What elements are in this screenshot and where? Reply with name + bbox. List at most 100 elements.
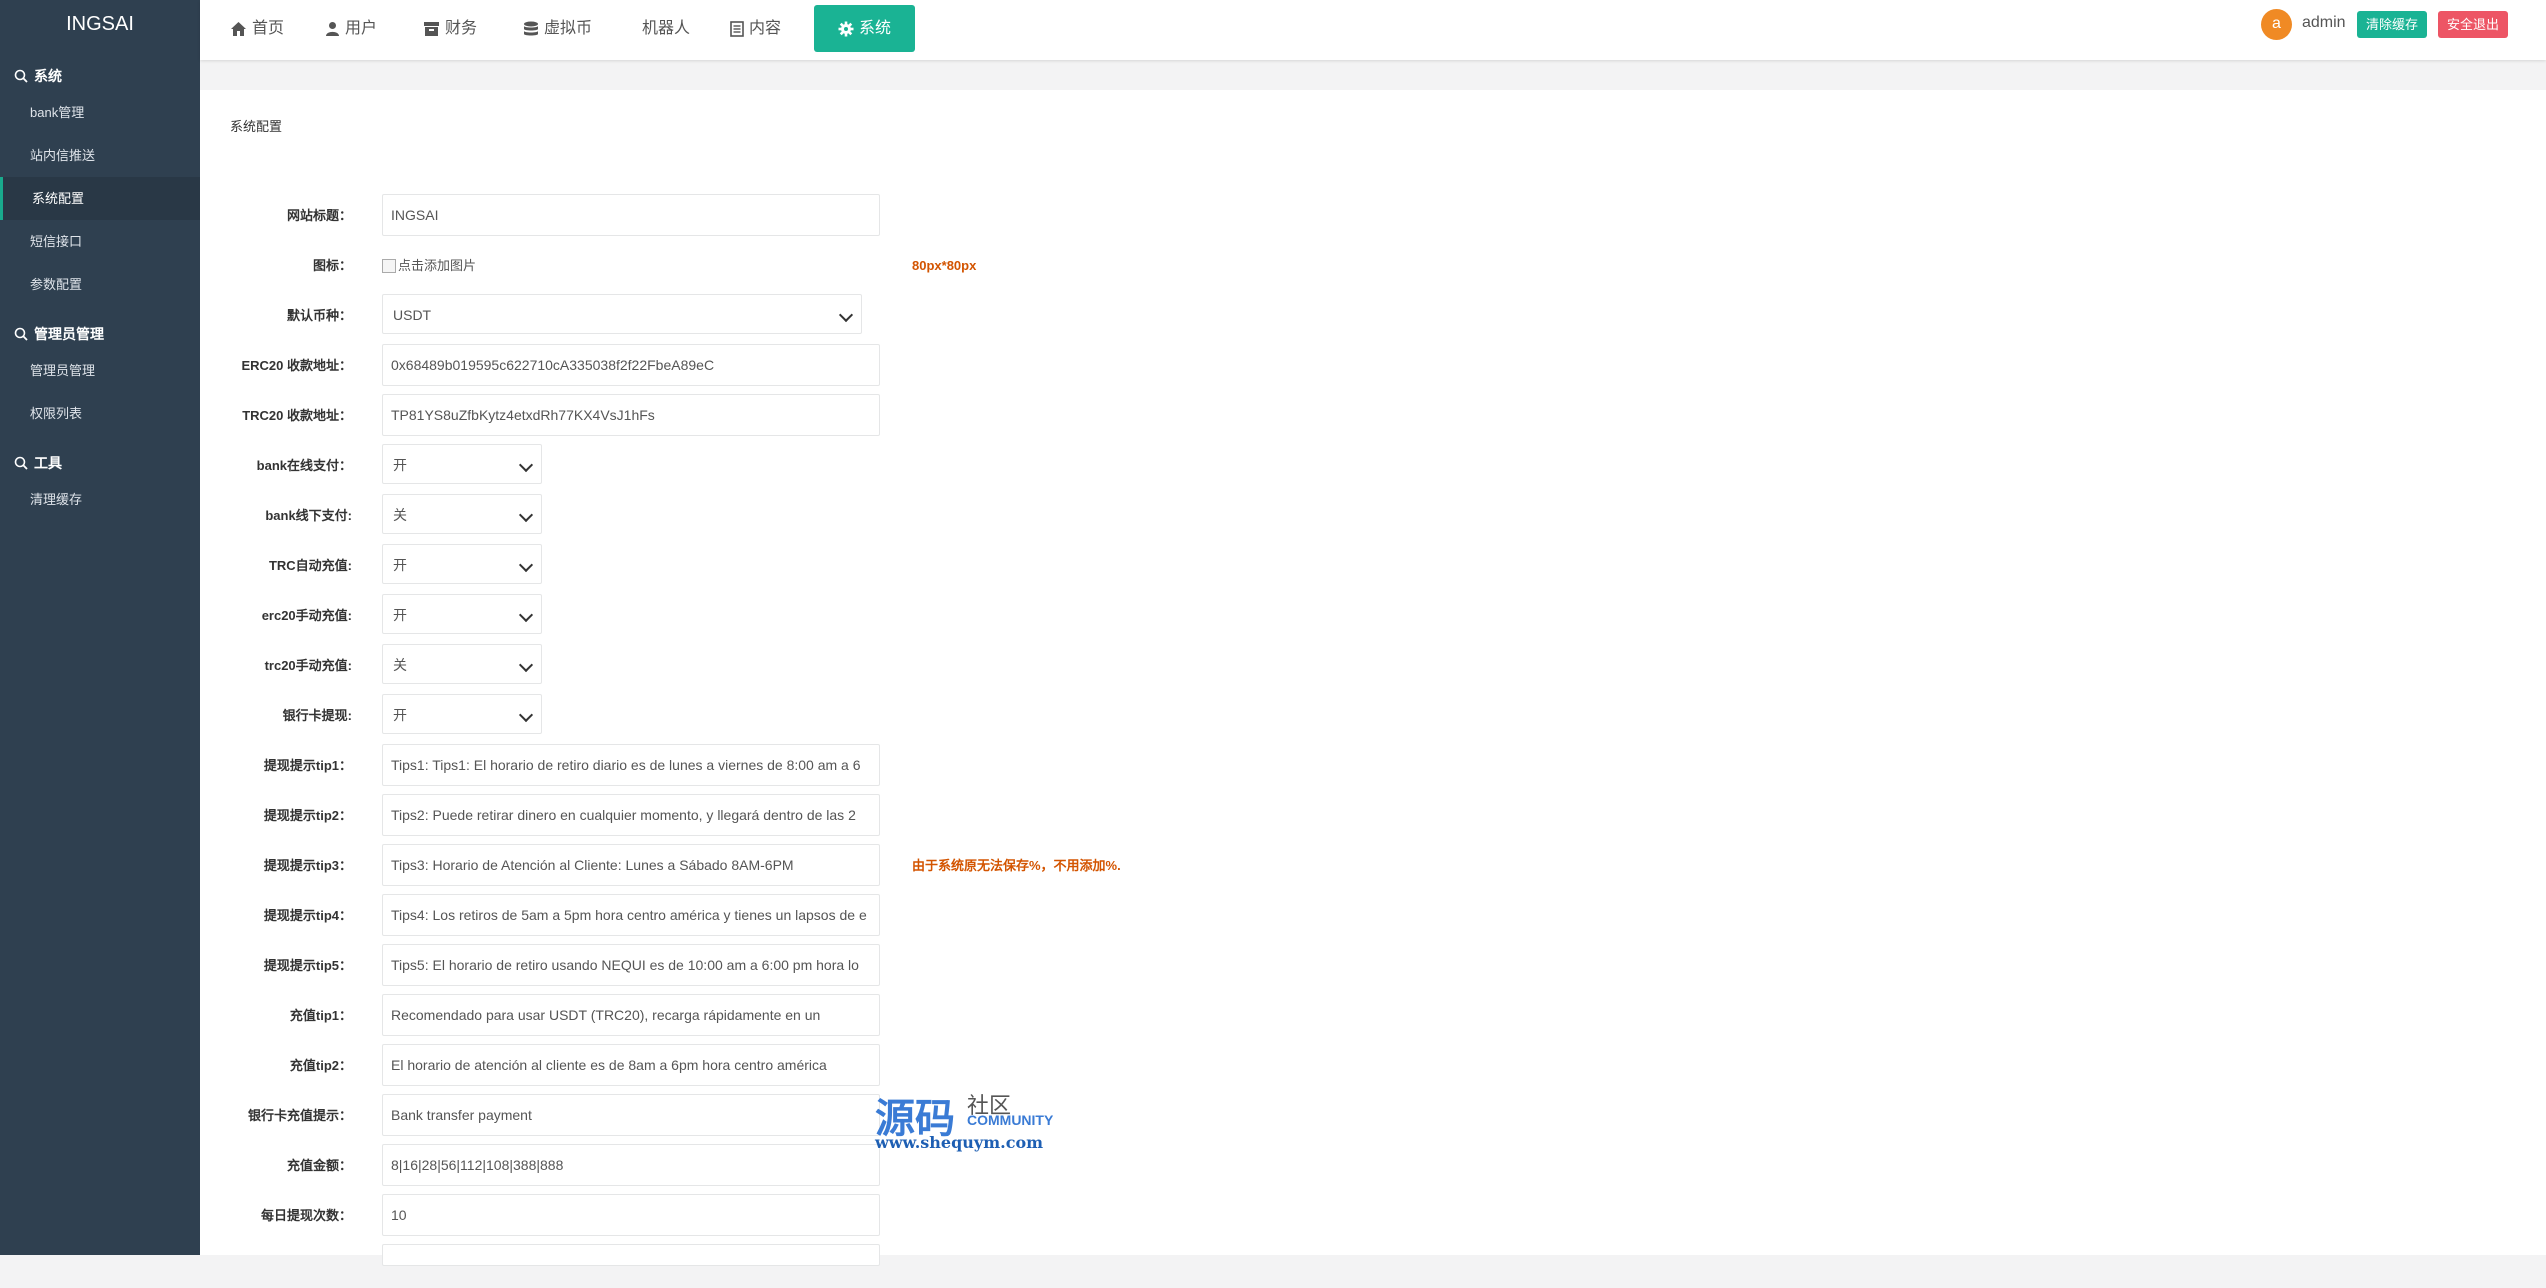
logout-button[interactable]: 安全退出 [2438,11,2509,38]
admin-username[interactable]: admin [2302,14,2346,32]
avatar[interactable]: a [2261,9,2292,40]
sidebar-item-bank[interactable]: bank管理 [0,91,200,134]
erc20-address-input[interactable]: 0x68489b019595c622710cA335038f2f22FbeA89… [382,344,880,386]
chevron-down-icon [518,657,534,673]
field-label: 充值tip1： [289,1008,352,1023]
field-label: 每日提现次数： [260,1208,352,1223]
default-currency-select[interactable]: USDT [382,294,862,334]
chevron-down-icon [518,507,534,523]
tab-crypto[interactable]: 虚拟币 [523,0,592,58]
bank-recharge-tip-input[interactable]: Bank transfer payment [382,1094,880,1136]
form-row-site-title: 网站标题： INGSAI [200,194,2546,238]
trc20-manual-select[interactable]: 关 [382,644,542,684]
form-row-daily-withdraw: 每日提现次数： 10 [200,1194,2546,1238]
sidebar-item-admin-manage[interactable]: 管理员管理 [0,349,200,392]
tab-label: 机器人 [642,20,691,37]
tab-home[interactable]: 首页 [230,0,284,58]
erc20-manual-select[interactable]: 开 [382,594,542,634]
bank-online-select[interactable]: 开 [382,444,542,484]
clear-cache-button[interactable]: 清除缓存 [2357,11,2428,38]
withdraw-tip3-input[interactable]: Tips3: Horario de Atención al Cliente: L… [382,844,880,886]
tab-label: 虚拟币 [544,20,593,37]
field-label: bank在线支付： [256,458,352,473]
select-value: USDT [393,307,432,323]
field-label: 提现提示tip3： [263,858,352,873]
sidebar-group-label: 系统 [34,68,62,84]
field-label: TRC20 收款地址： [242,408,352,423]
chevron-down-icon [518,557,534,573]
tab-label: 首页 [252,20,285,37]
sidebar-item-clear-cache[interactable]: 清理缓存 [0,478,200,521]
withdraw-tip4-input[interactable]: Tips4: Los retiros de 5am a 5pm hora cen… [382,894,880,936]
sidebar-group-system[interactable]: 系统 [0,61,200,91]
form-row-tip2: 提现提示tip2： Tips2: Puede retirar dinero en… [200,794,2546,838]
sidebar-item-message-push[interactable]: 站内信推送 [0,134,200,177]
search-icon [14,456,28,470]
tab-finance[interactable]: 财务 [423,0,477,58]
bank-offline-select[interactable]: 关 [382,494,542,534]
form-row-tip5: 提现提示tip5： Tips5: El horario de retiro us… [200,944,2546,988]
top-navbar: 首页 用户 财务 虚拟币 机器人 内容 系统 a admin 清除缓存 安全退出 [200,0,2546,60]
withdraw-tip5-input[interactable]: Tips5: El horario de retiro usando NEQUI… [382,944,880,986]
withdraw-tip2-input[interactable]: Tips2: Puede retirar dinero en cualquier… [382,794,880,836]
chevron-down-icon [838,307,854,323]
recharge-amount-input[interactable]: 8|16|28|56|112|108|388|888 [382,1144,880,1186]
field-label: trc20手动充值: [264,658,352,673]
field-label: erc20手动充值: [261,608,352,623]
tab-label: 内容 [749,20,782,37]
tab-label: 财务 [445,20,478,37]
field-label: ERC20 收款地址： [241,358,352,373]
bank-withdraw-select[interactable]: 开 [382,694,542,734]
form-row-trc20-manual: trc20手动充值: 关 [200,644,2546,688]
form-row-recharge-tip2: 充值tip2： El horario de atención al client… [200,1044,2546,1088]
form-row-icon: 图标： 点击添加图片 80px*80px [200,244,2546,288]
form-row-tip3: 提现提示tip3： Tips3: Horario de Atención al … [200,844,2546,888]
home-icon [231,22,246,36]
chevron-down-icon [518,707,534,723]
form-row-recharge-tip1: 充值tip1： Recomendado para usar USDT (TRC2… [200,994,2546,1038]
tab-system[interactable]: 系统 [814,5,916,52]
watermark-url: www.shequym.com [875,1133,1044,1152]
form-row-bank-offline: bank线下支付: 关 [200,494,2546,538]
sidebar-group-tools[interactable]: 工具 [0,448,200,478]
tab-users[interactable]: 用户 [325,0,377,58]
trc-auto-select[interactable]: 开 [382,544,542,584]
select-value: 关 [393,657,407,673]
tab-content[interactable]: 内容 [730,0,781,58]
form-row-bank-recharge-tip: 银行卡充值提示： Bank transfer payment [200,1094,2546,1138]
sidebar-item-system-config[interactable]: 系统配置 [0,177,200,220]
form-row-erc20-manual: erc20手动充值: 开 [200,594,2546,638]
chevron-down-icon [518,607,534,623]
gear-icon [838,21,854,36]
site-title-input[interactable]: INGSAI [382,194,880,236]
form-row-tip1: 提现提示tip1： Tips1: Tips1: El horario de re… [200,744,2546,788]
recharge-tip2-input[interactable]: El horario de atención al cliente es de … [382,1044,880,1086]
tab-label: 系统 [859,19,892,37]
sidebar-item-params[interactable]: 参数配置 [0,263,200,306]
field-label: 提现提示tip2： [263,808,352,823]
percent-hint: 由于系统原无法保存%，不用添加%. [912,858,1121,873]
archive-icon [424,22,439,36]
watermark-logo: 源码 社区 COMMUNITY www.shequym.com [875,1086,1085,1152]
daily-withdraw-count-input[interactable]: 10 [382,1194,880,1236]
sidebar-item-permissions[interactable]: 权限列表 [0,392,200,435]
form-row-bank-withdraw: 银行卡提现: 开 [200,694,2546,738]
sidebar-group-admin[interactable]: 管理员管理 [0,319,200,349]
main-content: 系统配置 网站标题： INGSAI 图标： 点击添加图片 80px*80px 默… [200,90,2546,1266]
app-logo[interactable]: INGSAI [0,0,200,48]
chevron-down-icon [518,457,534,473]
search-icon [14,327,28,341]
page-title: 系统配置 [230,119,283,134]
sidebar-group-label: 管理员管理 [34,326,104,342]
icon-upload-image[interactable]: 点击添加图片 [382,244,476,288]
tab-label: 用户 [345,20,378,37]
field-label: 默认币种： [286,308,352,323]
sidebar-item-sms[interactable]: 短信接口 [0,220,200,263]
trc20-address-input[interactable]: TP81YS8uZfbKytz4etxdRh77KX4VsJ1hFs [382,394,880,436]
withdraw-tip1-input[interactable]: Tips1: Tips1: El horario de retiro diari… [382,744,880,786]
recharge-tip1-input[interactable]: Recomendado para usar USDT (TRC20), reca… [382,994,880,1036]
form-row-erc20: ERC20 收款地址： 0x68489b019595c622710cA33503… [200,344,2546,388]
tab-robot[interactable]: 机器人 [642,0,690,58]
next-field-input[interactable] [382,1244,880,1266]
document-icon [730,21,744,37]
